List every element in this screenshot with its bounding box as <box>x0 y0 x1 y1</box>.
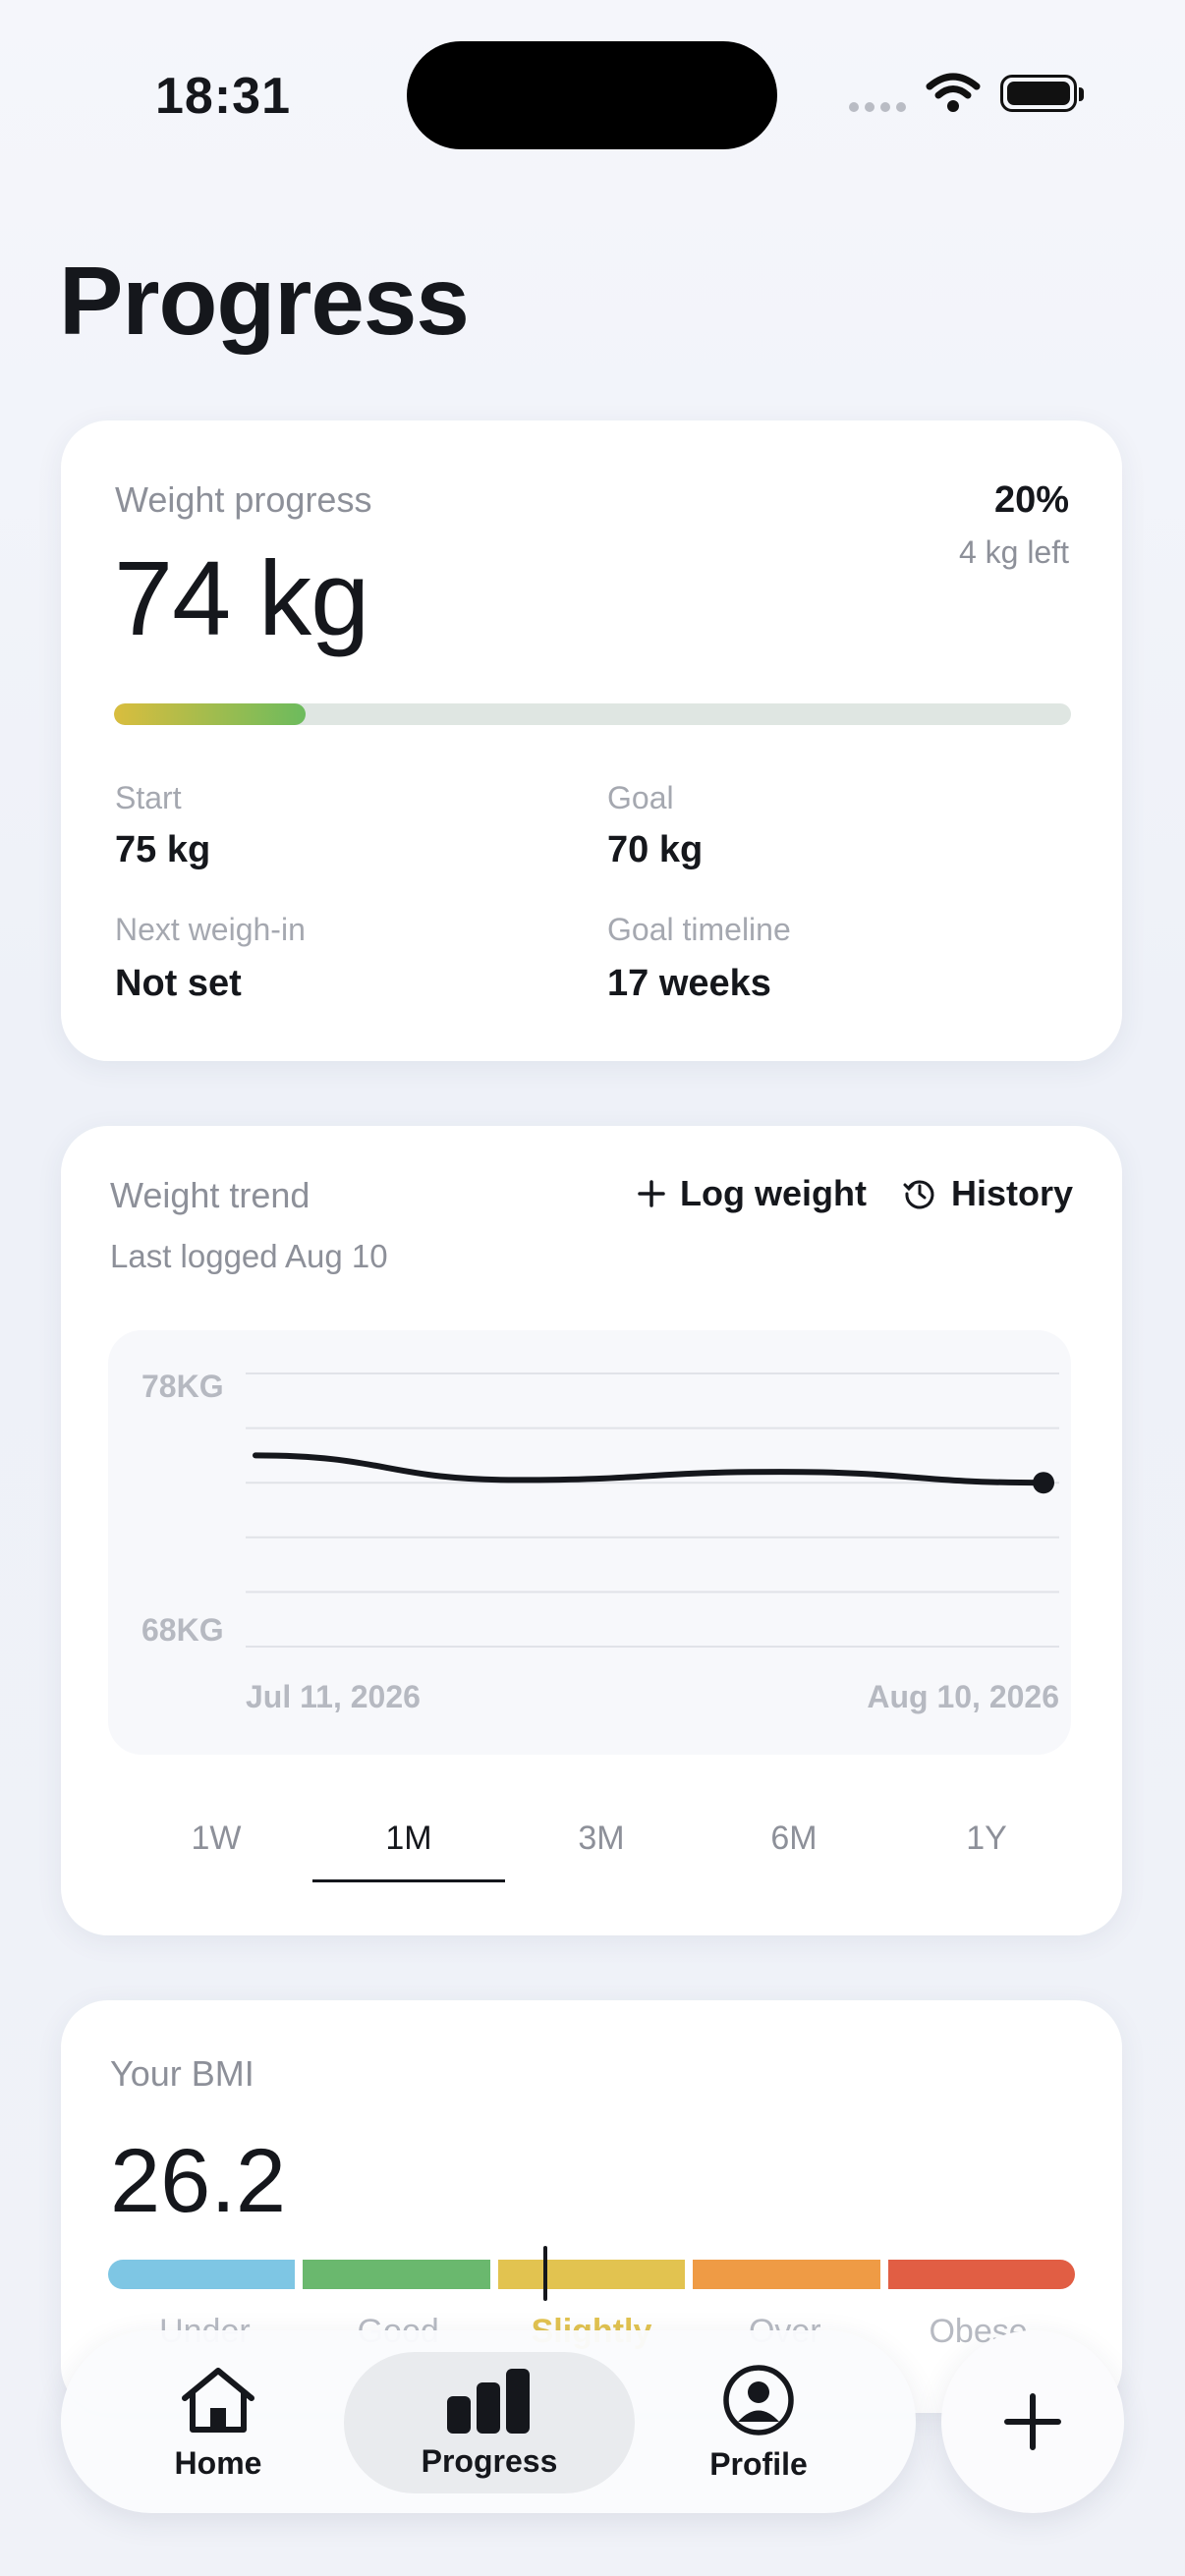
next-weigh-in-value: Not set <box>115 963 242 1004</box>
weight-progress-card: Weight progress 74 kg 20% 4 kg left Star… <box>61 420 1122 1061</box>
history-icon <box>903 1180 934 1209</box>
plus-icon <box>1004 2393 1061 2450</box>
x-tick-label: Aug 10, 2026 <box>867 1679 1059 1714</box>
nav-profile-label: Profile <box>709 2445 808 2482</box>
wifi-icon <box>926 73 981 112</box>
log-weight-button[interactable]: Log weight <box>637 1173 867 1214</box>
tab-6m[interactable]: 6M <box>698 1804 890 1882</box>
y-tick-label: 68KG <box>141 1612 224 1648</box>
range-tabs: 1W 1M 3M 6M 1Y <box>120 1804 1083 1882</box>
last-logged: Last logged Aug 10 <box>110 1238 388 1274</box>
current-weight: 74 kg <box>114 538 369 657</box>
home-icon <box>182 2367 254 2433</box>
bmi-value: 26.2 <box>110 2131 287 2231</box>
weight-chart: 78KG 68KG Jul 11, 2026 Aug 10, 2026 <box>108 1330 1071 1755</box>
next-weigh-in-label: Next weigh-in <box>115 912 306 947</box>
x-tick-label: Jul 11, 2026 <box>246 1679 421 1714</box>
nav-progress-label: Progress <box>421 2442 558 2479</box>
start-value: 75 kg <box>115 829 211 870</box>
user-circle-icon <box>723 2364 794 2436</box>
nav-progress[interactable]: Progress <box>344 2352 635 2493</box>
battery-icon <box>1000 75 1084 112</box>
weight-progress-label: Weight progress <box>115 479 372 520</box>
plus-icon <box>638 1180 665 1207</box>
start-label: Start <box>115 780 182 815</box>
tab-1w[interactable]: 1W <box>120 1804 312 1882</box>
history-label: History <box>951 1173 1074 1213</box>
bmi-title: Your BMI <box>110 2053 254 2094</box>
y-tick-label: 78KG <box>141 1369 224 1404</box>
history-button[interactable]: History <box>902 1173 1073 1214</box>
bmi-marker <box>542 2246 547 2301</box>
add-button[interactable] <box>941 2330 1124 2513</box>
weight-progress-fill <box>114 703 306 725</box>
status-time: 18:31 <box>155 68 291 125</box>
tab-3m[interactable]: 3M <box>505 1804 698 1882</box>
tab-1y[interactable]: 1Y <box>890 1804 1083 1882</box>
bmi-segment-under <box>108 2260 296 2289</box>
weight-chart-svg: 78KG 68KG Jul 11, 2026 Aug 10, 2026 <box>141 1369 1059 1714</box>
weight-trend-title: Weight trend <box>110 1175 310 1215</box>
bmi-segment-obese <box>887 2260 1076 2289</box>
bottom-nav: Home Progress Profile <box>61 2330 916 2513</box>
bmi-scale <box>108 2246 1076 2301</box>
weight-trend-card: Weight trend Last logged Aug 10 Log weig… <box>61 1126 1122 1935</box>
kg-left: 4 kg left <box>958 534 1069 570</box>
nav-home[interactable]: Home <box>73 2352 364 2493</box>
signal-icon <box>849 102 906 112</box>
bmi-segment-over <box>693 2260 880 2289</box>
dynamic-island <box>407 41 777 149</box>
goal-label: Goal <box>607 780 674 815</box>
page-title: Progress <box>59 247 470 355</box>
tab-1m[interactable]: 1M <box>312 1804 505 1882</box>
log-weight-label: Log weight <box>680 1173 867 1213</box>
progress-percent: 20% <box>993 479 1069 521</box>
nav-home-label: Home <box>174 2444 262 2481</box>
weight-series-line <box>253 1452 1046 1486</box>
nav-profile[interactable]: Profile <box>613 2352 904 2493</box>
latest-point <box>1033 1472 1054 1494</box>
goal-timeline-value: 17 weeks <box>607 963 771 1004</box>
bmi-segment-slightly <box>497 2246 686 2301</box>
goal-timeline-label: Goal timeline <box>607 912 791 947</box>
goal-value: 70 kg <box>607 829 704 870</box>
bar-chart-icon <box>447 2368 530 2434</box>
weight-progress-bar <box>114 703 1071 725</box>
bmi-segment-good <box>303 2260 490 2289</box>
